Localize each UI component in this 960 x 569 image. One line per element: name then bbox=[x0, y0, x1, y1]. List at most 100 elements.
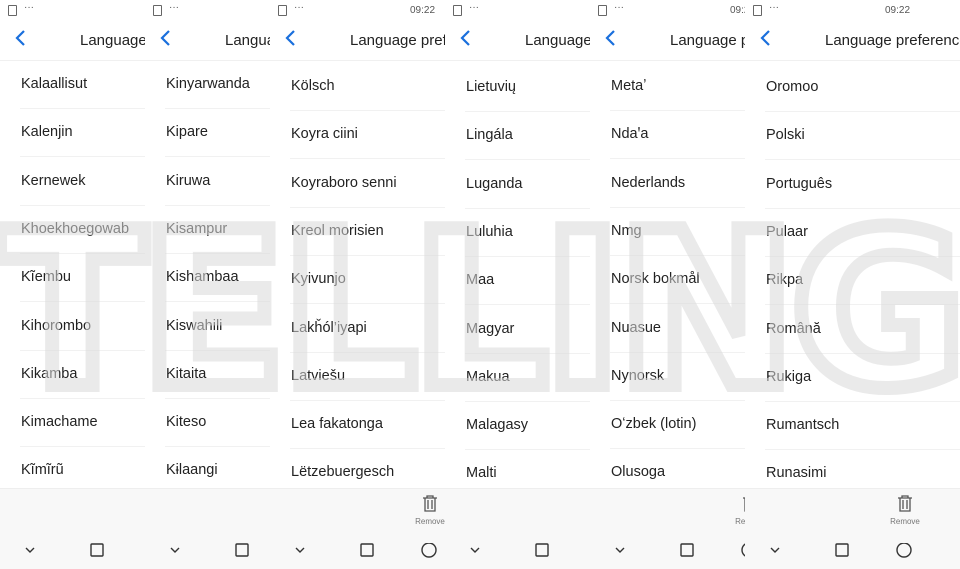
language-item[interactable]: Nynorsk bbox=[610, 352, 745, 401]
language-item[interactable]: Kalenjin bbox=[20, 108, 145, 158]
remove-label: Remove bbox=[890, 517, 920, 526]
language-item[interactable]: Română bbox=[765, 305, 960, 354]
back-button[interactable] bbox=[459, 28, 471, 52]
language-item[interactable]: Makua bbox=[465, 353, 590, 402]
recent-apps-icon[interactable] bbox=[90, 543, 104, 557]
chevron-down-icon[interactable] bbox=[469, 543, 481, 557]
language-item[interactable]: Khoekhoegowab bbox=[20, 205, 145, 254]
language-item[interactable]: Kernewek bbox=[20, 157, 145, 206]
language-item[interactable]: Kreol morisien bbox=[290, 207, 445, 256]
language-item[interactable]: Kipare bbox=[165, 108, 270, 158]
language-item[interactable]: Lietuvių bbox=[465, 63, 590, 112]
page-title: Language preferences bbox=[825, 32, 960, 49]
language-item[interactable]: Nuasue bbox=[610, 304, 745, 353]
language-label: Maa bbox=[466, 272, 495, 289]
chevron-down-icon[interactable] bbox=[614, 543, 626, 557]
language-label: Română bbox=[766, 320, 821, 337]
trash-icon bbox=[423, 495, 437, 512]
language-label: Kĩembu bbox=[21, 269, 71, 286]
language-item[interactable]: Kisampur bbox=[165, 205, 270, 254]
recent-apps-icon[interactable] bbox=[835, 543, 849, 557]
action-bar: Remove bbox=[0, 488, 145, 534]
recent-apps-icon[interactable] bbox=[235, 543, 249, 557]
language-item[interactable]: Kitaita bbox=[165, 350, 270, 399]
language-label: Português bbox=[766, 175, 833, 192]
recent-apps-icon[interactable] bbox=[535, 543, 549, 557]
status-bar: ··· bbox=[445, 0, 590, 22]
back-button[interactable] bbox=[14, 28, 26, 52]
language-item[interactable]: Maa bbox=[465, 256, 590, 306]
chevron-down-icon[interactable] bbox=[169, 543, 181, 557]
remove-button[interactable]: Remove bbox=[730, 495, 745, 526]
more-dots-icon: ··· bbox=[469, 2, 479, 13]
page-title: Language preferences bbox=[80, 32, 145, 49]
language-item[interactable]: Lingála bbox=[465, 111, 590, 161]
status-time: 09:22 bbox=[410, 5, 436, 16]
language-item[interactable]: Kiruwa bbox=[165, 157, 270, 206]
language-item[interactable]: Português bbox=[765, 160, 960, 209]
chevron-left-icon bbox=[460, 30, 470, 46]
language-item[interactable]: Oʻzbek (lotin) bbox=[610, 400, 745, 450]
language-item[interactable]: Koyraboro senni bbox=[290, 159, 445, 208]
language-item[interactable]: Pulaar bbox=[765, 208, 960, 257]
recent-apps-icon[interactable] bbox=[680, 543, 694, 557]
language-item[interactable]: Lea fakatonga bbox=[290, 400, 445, 450]
language-label: Nederlands bbox=[611, 174, 686, 191]
more-dots-icon: ··· bbox=[24, 2, 34, 13]
back-button[interactable] bbox=[284, 28, 296, 52]
language-item[interactable]: Kinyarwanda bbox=[165, 60, 270, 109]
language-item[interactable]: Luluhia bbox=[465, 208, 590, 257]
status-bar: ··· 09:22 bbox=[590, 0, 745, 22]
language-label: Oromoo bbox=[766, 79, 819, 95]
back-button[interactable] bbox=[604, 28, 616, 52]
language-item[interactable]: Kikamba bbox=[20, 350, 145, 399]
language-item[interactable]: Malagasy bbox=[465, 401, 590, 451]
language-item[interactable]: Rikpa bbox=[765, 256, 960, 306]
language-item[interactable]: Kiteso bbox=[165, 398, 270, 448]
language-item[interactable]: Kishambaa bbox=[165, 253, 270, 303]
sim-icon bbox=[8, 5, 17, 16]
language-item[interactable]: Metaʼ bbox=[610, 62, 745, 111]
language-item[interactable]: Latviešu bbox=[290, 352, 445, 401]
header: Language preferences bbox=[270, 22, 445, 61]
language-label: Kimachame bbox=[21, 414, 98, 431]
language-item[interactable]: Lakȟól’iyapi bbox=[290, 304, 445, 353]
language-label: Kiswahili bbox=[166, 317, 223, 334]
recent-apps-icon[interactable] bbox=[360, 543, 374, 557]
language-item[interactable]: Magyar bbox=[465, 305, 590, 354]
language-item[interactable]: Kölsch bbox=[290, 62, 445, 111]
language-label: Lingála bbox=[466, 127, 513, 144]
home-icon[interactable] bbox=[896, 543, 912, 559]
language-item[interactable]: Kalaallisut bbox=[20, 60, 145, 109]
language-item[interactable]: Nmg bbox=[610, 207, 745, 256]
language-label: Malti bbox=[466, 465, 497, 482]
chevron-down-icon[interactable] bbox=[769, 543, 781, 557]
remove-button[interactable]: Remove bbox=[410, 495, 445, 526]
chevron-down-icon[interactable] bbox=[294, 543, 306, 557]
language-label: Runasimi bbox=[766, 465, 827, 482]
language-item[interactable]: Rukiga bbox=[765, 353, 960, 402]
language-item[interactable]: Rumantsch bbox=[765, 401, 960, 451]
language-item[interactable]: Ndaꞌa bbox=[610, 110, 745, 160]
language-item[interactable]: Kyivunjo bbox=[290, 255, 445, 305]
language-label: Metaʼ bbox=[611, 78, 647, 94]
language-item[interactable]: Norsk bokmål bbox=[610, 255, 745, 305]
remove-button[interactable]: Remove bbox=[885, 495, 925, 526]
chevron-down-icon[interactable] bbox=[24, 543, 36, 557]
language-item[interactable]: Oromoo bbox=[765, 63, 960, 112]
language-label: Koyra ciini bbox=[291, 126, 358, 143]
language-item[interactable]: Luganda bbox=[465, 160, 590, 209]
language-item[interactable]: Nederlands bbox=[610, 159, 745, 208]
back-button[interactable] bbox=[759, 28, 771, 52]
home-icon[interactable] bbox=[421, 543, 437, 559]
language-item[interactable]: Kĩembu bbox=[20, 253, 145, 303]
language-item[interactable]: Koyra ciini bbox=[290, 110, 445, 160]
language-label: Magyar bbox=[466, 320, 515, 337]
language-item[interactable]: Polski bbox=[765, 111, 960, 161]
language-item[interactable]: Kiswahili bbox=[165, 302, 270, 351]
back-button[interactable] bbox=[159, 28, 171, 52]
navigation-bar bbox=[745, 533, 960, 569]
language-item[interactable]: Kimachame bbox=[20, 398, 145, 448]
language-label: Rumantsch bbox=[766, 417, 840, 434]
language-item[interactable]: Kihorombo bbox=[20, 302, 145, 351]
